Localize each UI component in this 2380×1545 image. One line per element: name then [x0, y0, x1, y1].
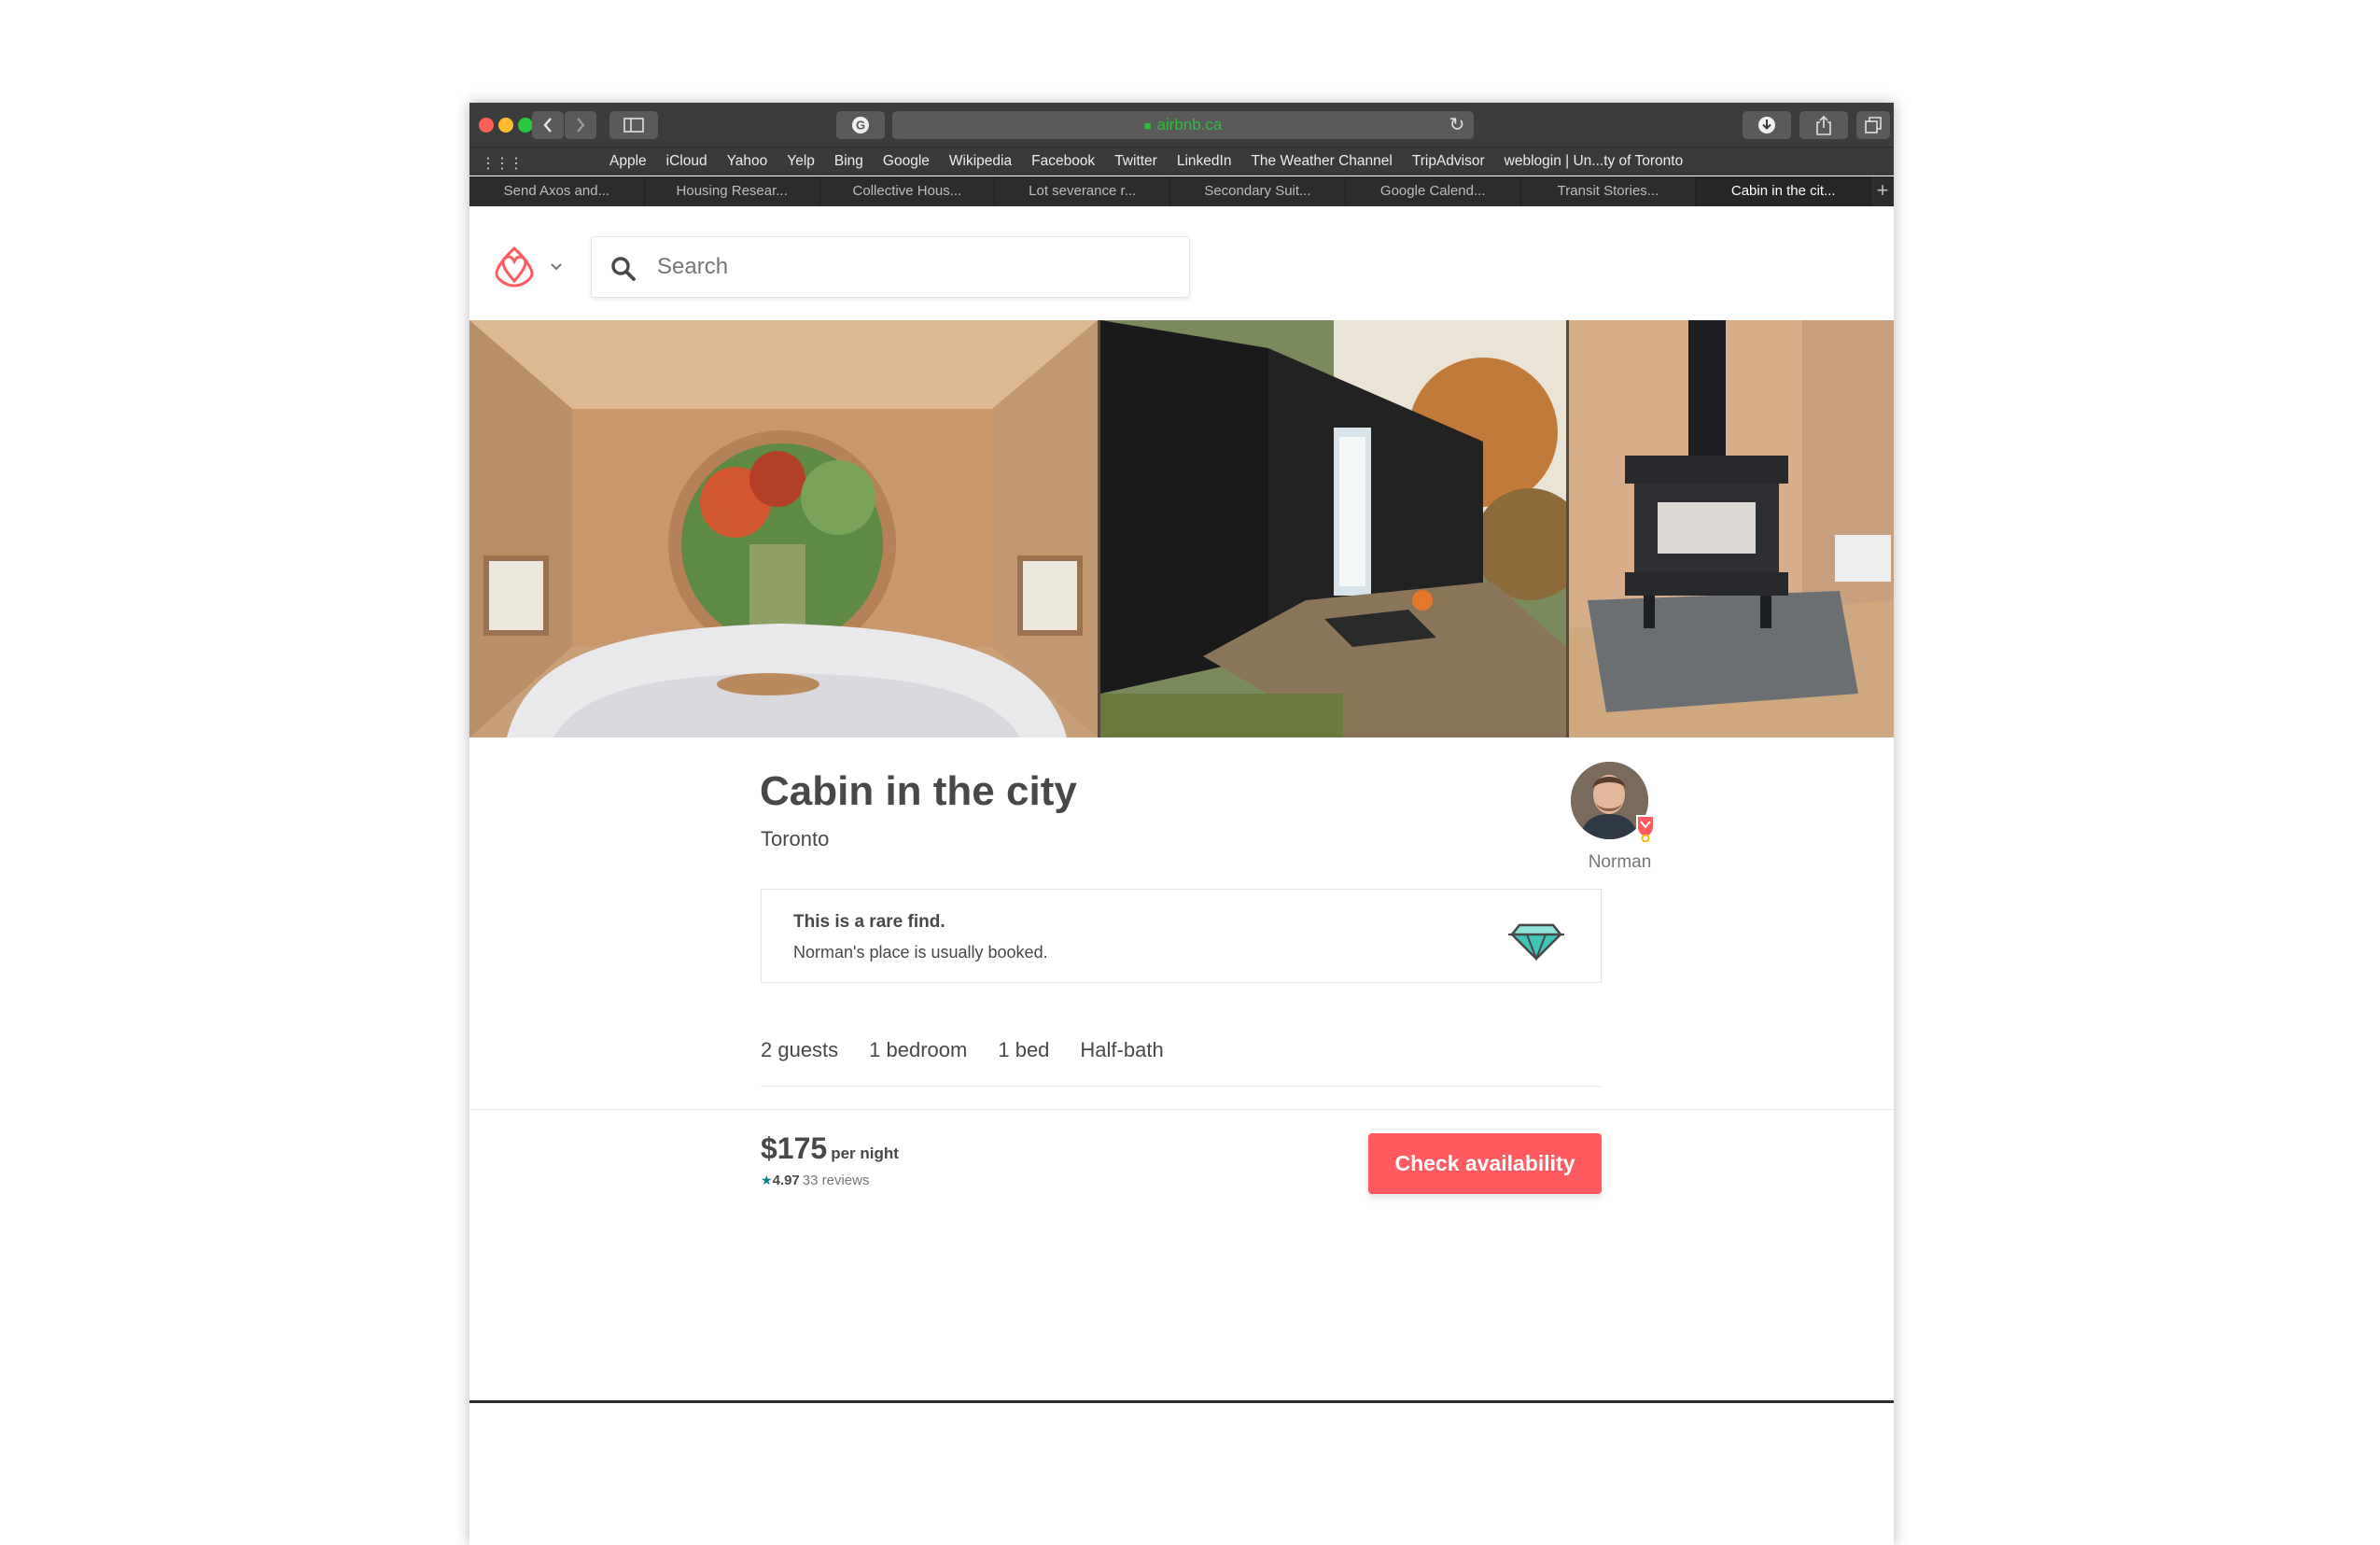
close-window-button[interactable] — [479, 118, 494, 133]
search-input[interactable] — [657, 237, 1161, 297]
chevron-down-icon[interactable] — [550, 260, 563, 276]
tab[interactable]: Transit Stories... — [1521, 176, 1697, 206]
price-unit: per night — [831, 1145, 899, 1162]
favorites-list: Apple iCloud Yahoo Yelp Bing Google Wikipedia F… — [609, 147, 1683, 176]
plus-icon[interactable]: + — [1871, 176, 1894, 206]
browser-toolbar: G ■ airbnb.ca ↻ — [469, 103, 1894, 147]
favorite-link[interactable]: The Weather Channel — [1251, 153, 1392, 170]
host-name[interactable]: Norman — [1571, 852, 1669, 873]
share-button[interactable] — [1799, 111, 1848, 139]
photo-bedroom[interactable] — [469, 320, 1098, 737]
divider — [469, 1400, 1894, 1403]
favorites-bar: ⋮⋮⋮ Apple iCloud Yahoo Yelp Bing Google Wikipe… — [469, 147, 1894, 176]
photo-gallery — [469, 320, 1894, 737]
chevron-right-icon — [577, 118, 585, 133]
amenity-beds: 1 bed — [998, 1038, 1050, 1061]
downloads-button[interactable] — [1743, 111, 1791, 139]
tabs-overview-icon — [1865, 117, 1882, 133]
url-display[interactable]: ■ airbnb.ca — [892, 111, 1474, 139]
download-icon — [1758, 117, 1775, 133]
amenities-list: 2 guests 1 bedroom 1 bed Half-bath — [761, 1038, 1164, 1062]
listing-title: Cabin in the city — [760, 768, 1077, 814]
share-icon — [1816, 115, 1831, 135]
rating[interactable]: ★4.97 33 reviews — [761, 1173, 869, 1188]
amenity-guests: 2 guests — [761, 1038, 839, 1061]
divider — [469, 1109, 1894, 1110]
search-icon — [610, 256, 637, 287]
favorite-link[interactable]: Wikipedia — [949, 153, 1012, 170]
price-amount: $175 — [761, 1131, 828, 1165]
forward-button[interactable] — [565, 111, 596, 139]
favorite-link[interactable]: Apple — [609, 153, 647, 170]
diamond-icon — [1508, 914, 1564, 967]
photo-stove[interactable] — [1569, 320, 1894, 737]
grammarly-button[interactable]: G — [836, 111, 885, 139]
amenity-bath: Half-bath — [1080, 1038, 1164, 1061]
favorite-link[interactable]: weblogin | Un...ty of Toronto — [1505, 153, 1684, 170]
rare-find-title: This is a rare find. — [793, 912, 945, 932]
star-icon: ★ — [761, 1173, 773, 1187]
back-button[interactable] — [532, 111, 564, 139]
chevron-left-icon — [543, 118, 552, 133]
listing-location: Toronto — [761, 827, 830, 850]
tabs-overview-button[interactable] — [1856, 111, 1890, 139]
address-bar[interactable]: ■ airbnb.ca ↻ — [892, 111, 1474, 139]
rating-value: 4.97 — [772, 1173, 800, 1188]
airbnb-logo[interactable] — [494, 246, 535, 293]
tab[interactable]: Secondary Suit... — [1170, 176, 1346, 206]
tab[interactable]: Send Axos and... — [469, 176, 645, 206]
review-count: 33 reviews — [802, 1173, 870, 1188]
grammarly-icon: G — [852, 117, 869, 133]
rare-find-subtitle: Norman's place is usually booked. — [793, 943, 1048, 962]
photo-exterior[interactable] — [1100, 320, 1566, 737]
reload-icon: ↻ — [1449, 115, 1465, 135]
divider — [761, 1086, 1602, 1087]
sidebar-icon — [623, 118, 644, 133]
tab[interactable]: Collective Hous... — [820, 176, 996, 206]
price: $175 per night — [761, 1131, 899, 1166]
superhost-badge-icon — [1634, 814, 1657, 847]
tab[interactable]: Housing Resear... — [645, 176, 820, 206]
url-text: airbnb.ca — [1156, 116, 1223, 133]
zoom-window-button[interactable] — [518, 118, 533, 133]
favorite-link[interactable]: Twitter — [1114, 153, 1157, 170]
amenity-bedrooms: 1 bedroom — [869, 1038, 968, 1061]
browser-window: G ■ airbnb.ca ↻ ⋮⋮⋮ Apple iCloud Yahoo Yelp B… — [469, 103, 1894, 1545]
check-availability-button[interactable]: Check availability — [1368, 1133, 1602, 1194]
tab[interactable]: Lot severance r... — [995, 176, 1171, 206]
grid-icon[interactable]: ⋮⋮⋮ — [481, 154, 524, 173]
tab-bar: Send Axos and... Housing Resear... Collect… — [469, 176, 1894, 206]
favorite-link[interactable]: Facebook — [1031, 153, 1095, 170]
search-bar[interactable] — [591, 236, 1190, 298]
airbnb-logo-icon — [495, 246, 534, 288]
svg-text:G: G — [856, 119, 865, 133]
favorite-link[interactable]: iCloud — [666, 153, 707, 170]
favorite-link[interactable]: Google — [883, 153, 930, 170]
favorite-link[interactable]: Bing — [834, 153, 863, 170]
favorite-link[interactable]: Yelp — [787, 153, 815, 170]
rare-find-card: This is a rare find. Norman's place is u… — [761, 889, 1602, 983]
favorite-link[interactable]: TripAdvisor — [1412, 153, 1485, 170]
tab-active[interactable]: Cabin in the cit... — [1696, 176, 1872, 206]
favorite-link[interactable]: Yahoo — [727, 153, 768, 170]
minimize-window-button[interactable] — [498, 118, 513, 133]
sidebar-button[interactable] — [609, 111, 658, 139]
lock-icon: ■ — [1143, 119, 1152, 133]
reload-button[interactable]: ↻ — [1443, 111, 1471, 139]
favorite-link[interactable]: LinkedIn — [1177, 153, 1232, 170]
tab[interactable]: Google Calend... — [1346, 176, 1521, 206]
